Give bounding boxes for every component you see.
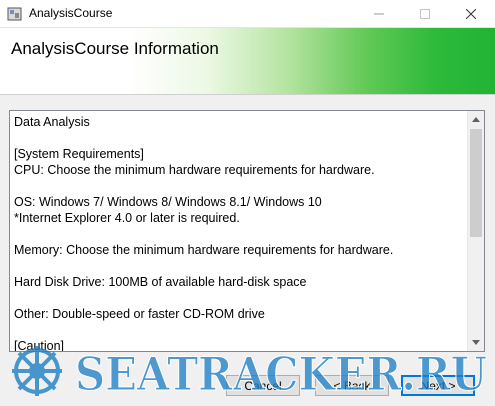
chevron-down-icon [472, 340, 480, 345]
minimize-icon [374, 13, 384, 14]
information-text: Data Analysis [System Requirements] CPU: C… [14, 114, 464, 352]
text-line [14, 178, 464, 194]
wizard-header: AnalysisCourse Information [0, 28, 495, 95]
text-line: CPU: Choose the minimum hardware require… [14, 163, 375, 177]
text-line: Other: Double-speed or faster CD-ROM dri… [14, 307, 265, 321]
app-icon [7, 7, 22, 21]
text-line: [System Requirements] [14, 147, 144, 161]
text-line [14, 258, 464, 274]
vertical-scrollbar[interactable] [467, 111, 484, 351]
scrollbar-thumb[interactable] [470, 129, 482, 237]
text-line: [Caution] [14, 339, 65, 352]
text-line [14, 322, 464, 338]
text-line: OS: Windows 7/ Windows 8/ Windows 8.1/ W… [14, 195, 322, 209]
text-line [14, 290, 464, 306]
close-button[interactable] [448, 0, 494, 27]
next-button[interactable]: Next > [401, 375, 475, 396]
text-line: *Internet Explorer 4.0 or later is requi… [14, 211, 240, 225]
text-line [14, 226, 464, 242]
text-line: Data Analysis [14, 115, 90, 129]
information-text-box[interactable]: Data Analysis [System Requirements] CPU: C… [9, 110, 485, 352]
text-line [14, 130, 464, 146]
close-icon [466, 8, 476, 19]
text-line: Hard Disk Drive: 100MB of available hard… [14, 275, 307, 289]
scroll-down-arrow[interactable] [468, 334, 484, 351]
steering-wheel-icon [12, 346, 62, 396]
back-button[interactable]: < Back [315, 375, 389, 396]
chevron-up-icon [472, 117, 480, 122]
scroll-up-arrow[interactable] [468, 111, 484, 128]
text-line: Memory: Choose the minimum hardware requ… [14, 243, 394, 257]
window-title: AnalysisCourse [29, 6, 113, 20]
maximize-icon [420, 8, 430, 19]
maximize-button[interactable] [402, 0, 448, 27]
minimize-button[interactable] [356, 0, 402, 27]
page-title: AnalysisCourse Information [11, 39, 219, 58]
title-bar: AnalysisCourse [0, 0, 495, 28]
cancel-button[interactable]: Cancel [226, 375, 300, 396]
